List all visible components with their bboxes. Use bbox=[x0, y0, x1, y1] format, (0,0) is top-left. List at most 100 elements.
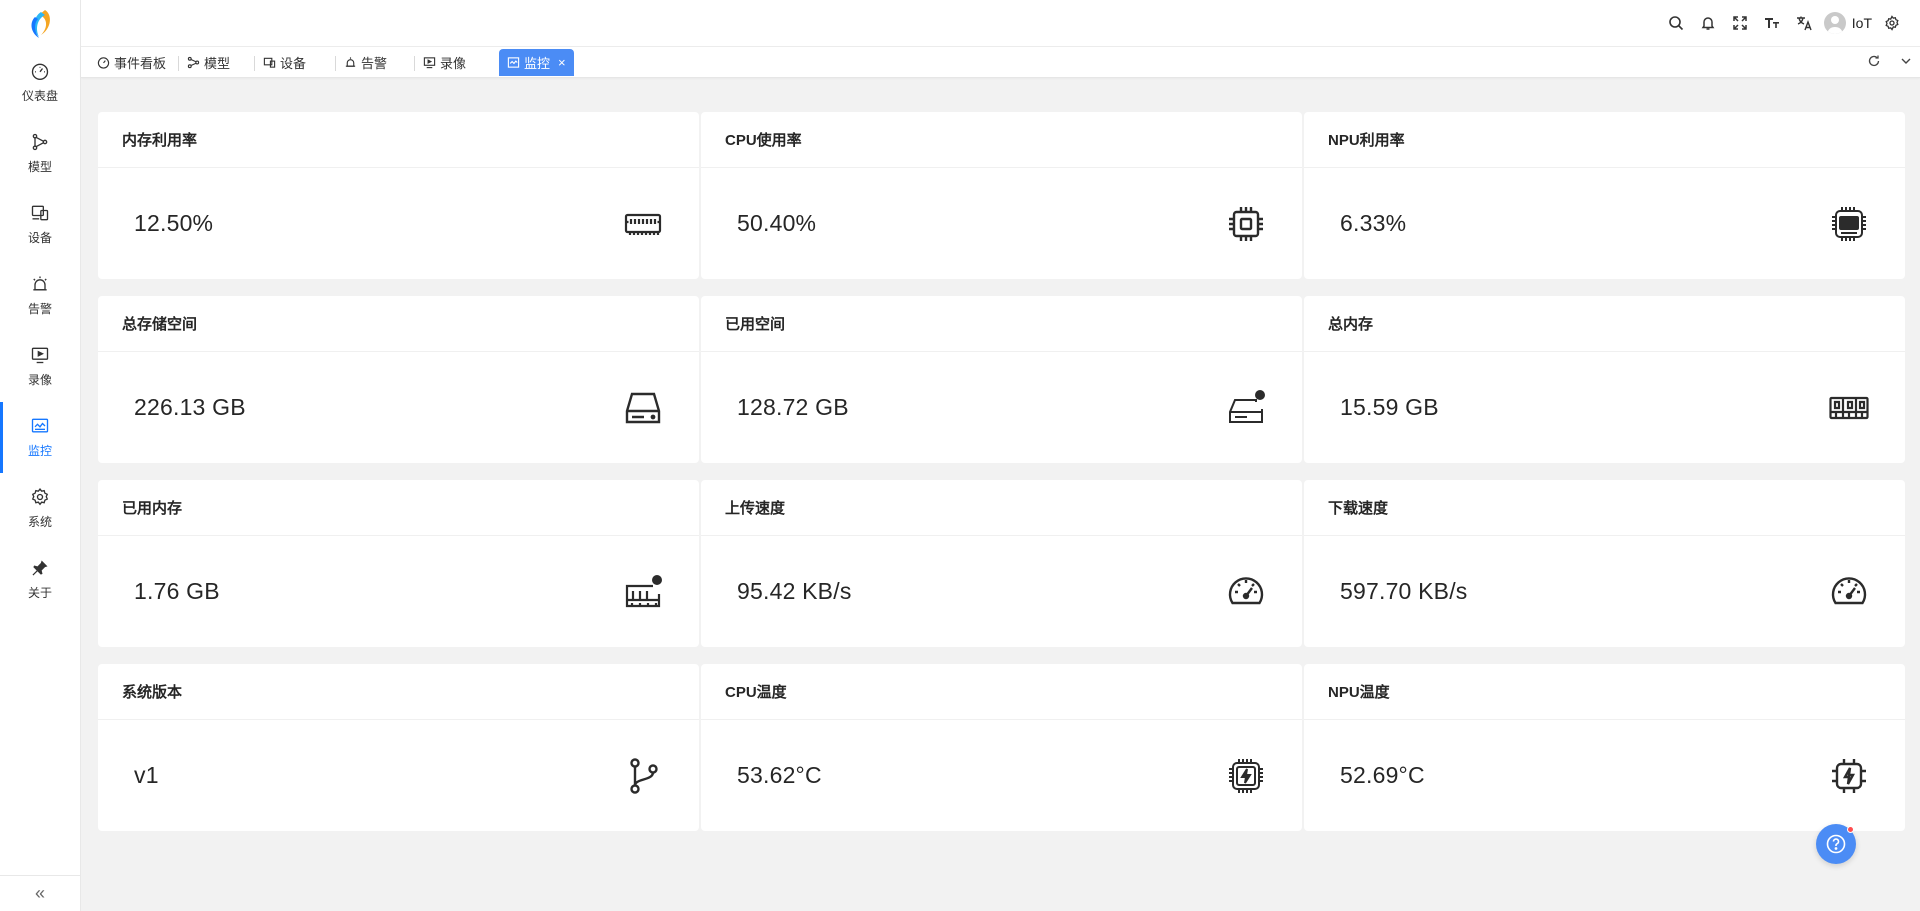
refresh-icon bbox=[1868, 55, 1880, 67]
top-header: IoT bbox=[81, 0, 1920, 47]
card-title: 总存储空间 bbox=[98, 296, 699, 352]
font-size-icon bbox=[1764, 18, 1779, 28]
ram-icon bbox=[623, 204, 663, 244]
metric-card-total-memory: 总内存 15.59 GB bbox=[1304, 296, 1905, 463]
npu-chip-icon bbox=[1829, 204, 1869, 244]
refresh-button[interactable] bbox=[1866, 51, 1882, 71]
card-title: CPU使用率 bbox=[701, 112, 1302, 168]
tab-label: 告警 bbox=[361, 56, 388, 71]
metric-value: 95.42 KB/s bbox=[737, 578, 852, 604]
hard-drive-dot-icon bbox=[1226, 388, 1266, 428]
sidebar-item-label: 监控 bbox=[27, 444, 52, 458]
tab-model[interactable]: 模型 bbox=[179, 49, 239, 76]
close-icon[interactable]: × bbox=[558, 55, 566, 70]
metric-value: 52.69°C bbox=[1340, 762, 1425, 788]
metric-value: 53.62°C bbox=[737, 762, 822, 788]
card-title: NPU温度 bbox=[1304, 664, 1905, 720]
settings-button[interactable] bbox=[1876, 7, 1908, 39]
monitor-icon bbox=[31, 418, 49, 433]
metric-value: 128.72 GB bbox=[737, 394, 849, 420]
sidebar-item-monitor[interactable]: 监控 bbox=[0, 402, 80, 473]
memory-modules-icon bbox=[1829, 388, 1869, 428]
metric-card-memory-usage: 内存利用率 12.50% bbox=[98, 112, 699, 279]
pin-icon bbox=[32, 560, 48, 576]
user-name: IoT bbox=[1851, 15, 1872, 31]
avatar bbox=[1823, 12, 1846, 34]
tab-event-board[interactable]: 事件看板 bbox=[89, 49, 175, 76]
user-menu[interactable]: IoT bbox=[1823, 12, 1872, 34]
graph-icon bbox=[187, 56, 200, 69]
monitor-icon bbox=[507, 57, 520, 68]
devices-icon bbox=[263, 57, 276, 68]
metric-value: 15.59 GB bbox=[1340, 394, 1439, 420]
sidebar-item-about[interactable]: 关于 bbox=[0, 544, 80, 615]
tab-monitor[interactable]: 监控 × bbox=[499, 49, 574, 76]
sidebar-item-video[interactable]: 录像 bbox=[0, 331, 80, 402]
cpu-icon bbox=[1226, 204, 1266, 244]
metric-card-npu-temperature: NPU温度 52.69°C bbox=[1304, 664, 1905, 831]
user-icon bbox=[1826, 16, 1843, 34]
metric-card-download-speed: 下载速度 597.70 KB/s bbox=[1304, 480, 1905, 647]
sidebar-item-label: 关于 bbox=[27, 586, 52, 600]
metric-card-used-memory: 已用内存 1.76 GB bbox=[98, 480, 699, 647]
cpu-bolt-icon bbox=[1226, 756, 1266, 796]
card-title: 内存利用率 bbox=[98, 112, 699, 168]
metric-card-total-storage: 总存储空间 226.13 GB bbox=[98, 296, 699, 463]
sidebar-collapse-button[interactable]: « bbox=[0, 875, 80, 911]
memory-dot-icon bbox=[623, 572, 663, 612]
tab-devices[interactable]: 设备 bbox=[255, 49, 315, 76]
search-button[interactable] bbox=[1660, 7, 1692, 39]
tab-video[interactable]: 录像 bbox=[415, 49, 475, 76]
app-logo[interactable] bbox=[0, 0, 80, 47]
search-icon bbox=[1668, 16, 1683, 31]
tab-label: 模型 bbox=[204, 56, 231, 71]
tab-label: 监控 bbox=[524, 56, 551, 71]
notification-dot bbox=[1847, 826, 1854, 833]
chevron-down-icon bbox=[1901, 58, 1911, 64]
card-title: 已用空间 bbox=[701, 296, 1302, 352]
tab-label: 事件看板 bbox=[114, 56, 167, 71]
sidebar-item-label: 仪表盘 bbox=[21, 89, 58, 103]
graph-icon bbox=[32, 133, 48, 151]
font-size-button[interactable] bbox=[1756, 7, 1788, 39]
metric-value: 50.40% bbox=[737, 210, 817, 236]
sidebar-item-system[interactable]: 系统 bbox=[0, 473, 80, 544]
gear-icon bbox=[1885, 15, 1899, 31]
metric-value: 6.33% bbox=[1340, 210, 1407, 236]
card-title: 系统版本 bbox=[98, 664, 699, 720]
metric-card-upload-speed: 上传速度 95.42 KB/s bbox=[701, 480, 1302, 647]
sidebar-item-label: 模型 bbox=[27, 160, 52, 174]
metric-card-npu-usage: NPU利用率 6.33% bbox=[1304, 112, 1905, 279]
sidebar-item-label: 录像 bbox=[27, 373, 52, 387]
metric-value: v1 bbox=[134, 762, 159, 788]
translate-icon bbox=[1796, 16, 1812, 31]
fullscreen-button[interactable] bbox=[1724, 7, 1756, 39]
gauge-icon bbox=[97, 57, 110, 69]
sidebar-item-alarm[interactable]: 告警 bbox=[0, 260, 80, 331]
chip-bolt-icon bbox=[1829, 756, 1869, 796]
video-icon bbox=[423, 57, 436, 69]
tab-menu-button[interactable] bbox=[1898, 51, 1914, 71]
language-button[interactable] bbox=[1788, 7, 1820, 39]
fullscreen-icon bbox=[1733, 16, 1747, 30]
video-icon bbox=[31, 347, 49, 364]
question-icon bbox=[1826, 834, 1846, 854]
sidebar-item-model[interactable]: 模型 bbox=[0, 118, 80, 189]
sidebar-item-devices[interactable]: 设备 bbox=[0, 189, 80, 260]
notifications-button[interactable] bbox=[1692, 7, 1724, 39]
logo-icon bbox=[31, 9, 50, 38]
tab-alarm[interactable]: 告警 bbox=[336, 49, 396, 76]
sidebar-nav: 仪表盘 模型 设备 告警 录像 监控 系统 关于 bbox=[0, 47, 80, 615]
card-title: NPU利用率 bbox=[1304, 112, 1905, 168]
card-title: 已用内存 bbox=[98, 480, 699, 536]
alarm-icon bbox=[345, 57, 356, 67]
card-title: CPU温度 bbox=[701, 664, 1302, 720]
speedometer-icon bbox=[1829, 572, 1869, 612]
tab-tools bbox=[1866, 51, 1914, 71]
help-button[interactable] bbox=[1816, 824, 1856, 864]
bell-icon bbox=[1701, 17, 1715, 30]
sidebar-item-dashboard[interactable]: 仪表盘 bbox=[0, 47, 80, 118]
sidebar-item-label: 系统 bbox=[27, 515, 52, 529]
gear-icon bbox=[31, 488, 49, 506]
metric-value: 12.50% bbox=[134, 210, 214, 236]
